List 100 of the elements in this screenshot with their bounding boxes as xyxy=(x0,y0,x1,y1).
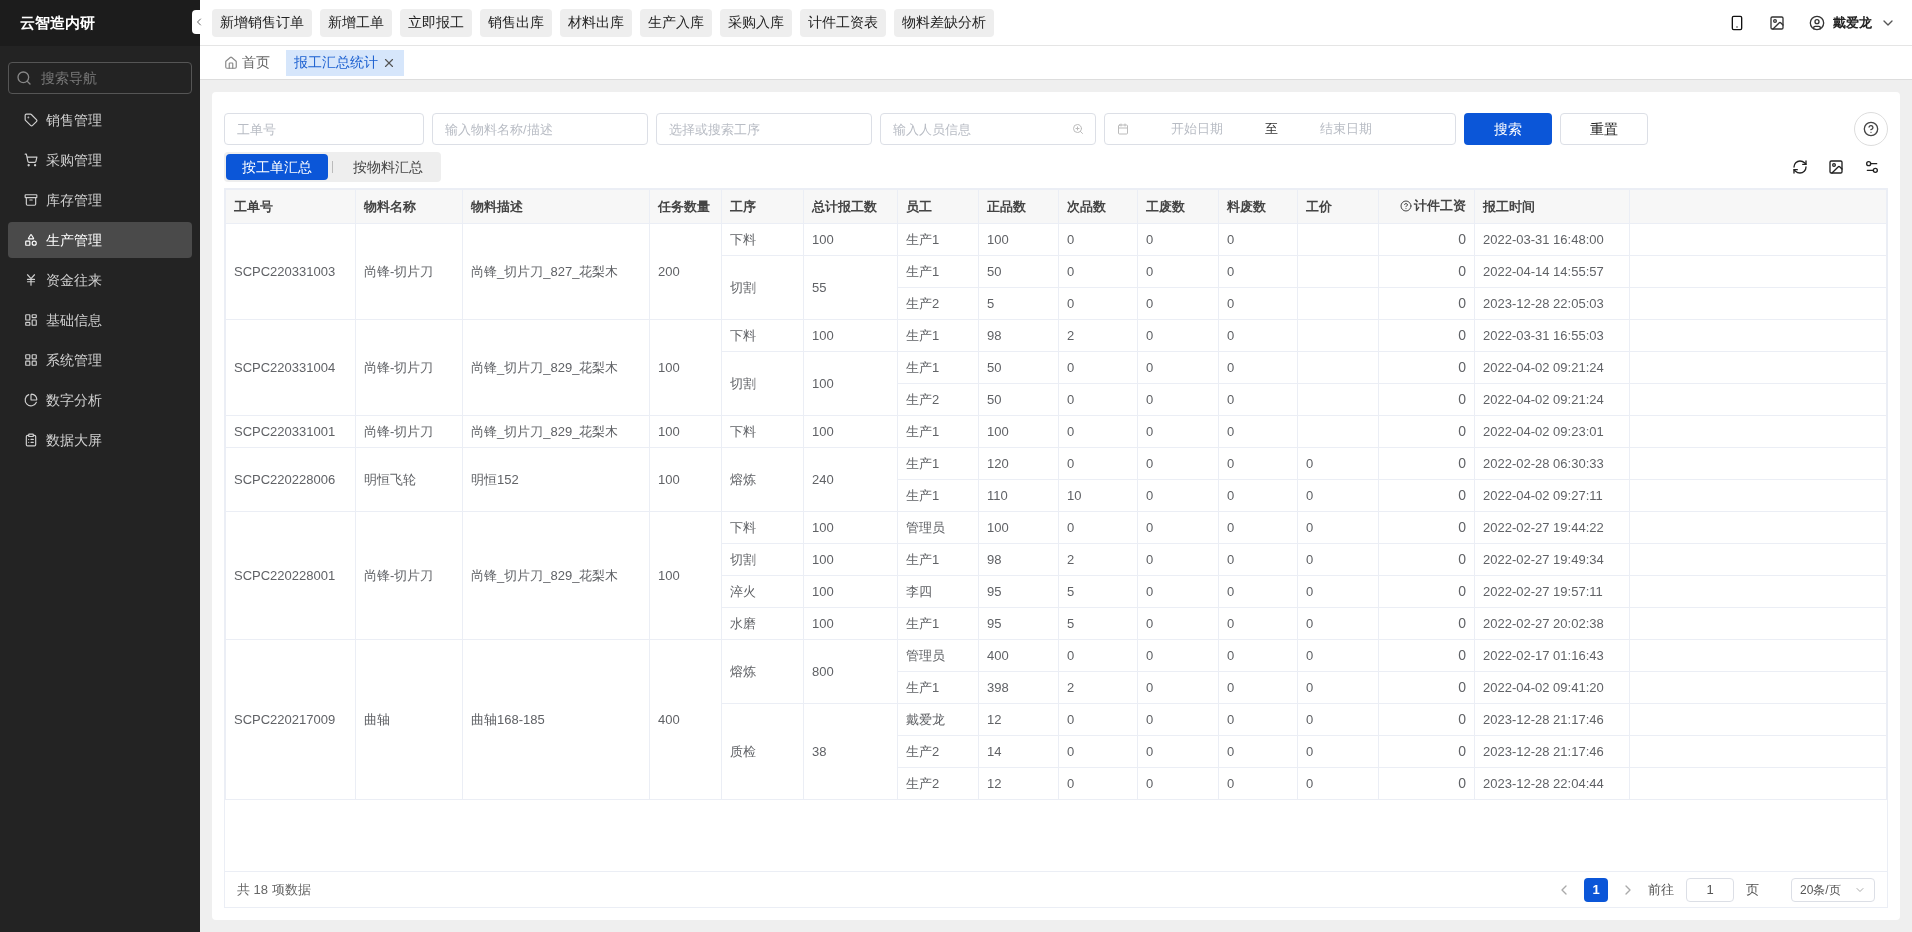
table-cell: 质检 xyxy=(721,703,804,800)
page-tab[interactable]: 首页 xyxy=(216,49,278,76)
table-cell: 曲轴 xyxy=(355,639,463,800)
table-cell: 50 xyxy=(978,351,1059,384)
table-cell: 50 xyxy=(978,383,1059,416)
table-cell: 2022-02-28 06:30:33 xyxy=(1474,447,1630,480)
column-header: 计件工资 xyxy=(1378,189,1475,224)
view-tab[interactable]: 按工单汇总 xyxy=(226,154,328,180)
page-size-select[interactable]: 20条/页 xyxy=(1791,877,1875,902)
table-cell: 0 xyxy=(1218,287,1298,320)
page-unit: 页 xyxy=(1746,880,1759,899)
table-cell: 0 xyxy=(1218,447,1298,480)
sidebar-item[interactable]: 采购管理 xyxy=(8,142,192,178)
material-field[interactable]: 输入物料名称/描述 xyxy=(432,113,648,145)
table-cell: 明恒飞轮 xyxy=(355,447,463,512)
table-cell: 尚锋-切片刀 xyxy=(355,223,463,320)
table-cell: 0 xyxy=(1137,415,1219,448)
table-cell: 0 xyxy=(1137,639,1219,672)
table-cell: 生产1 xyxy=(897,415,979,448)
quick-action-button[interactable]: 物料差缺分析 xyxy=(894,8,994,37)
quick-action-button[interactable]: 材料出库 xyxy=(560,8,632,37)
page-button[interactable]: 1 xyxy=(1584,877,1608,902)
table-cell: 熔炼 xyxy=(721,639,804,704)
search-icon xyxy=(16,70,32,86)
table-cell: 100 xyxy=(803,575,898,608)
table-cell: 李四 xyxy=(897,575,979,608)
table-cell: 0 xyxy=(1378,319,1475,352)
table-cell: 0 xyxy=(1137,223,1219,256)
table-cell: 0 xyxy=(1378,383,1475,416)
table-cell: 0 xyxy=(1378,543,1475,576)
table-cell: 2023-12-28 22:05:03 xyxy=(1474,287,1630,320)
sidebar-item[interactable]: 系统管理 xyxy=(8,342,192,378)
help-icon xyxy=(1863,121,1879,137)
user-menu[interactable]: 戴爱龙 xyxy=(1809,12,1896,33)
view-tab[interactable]: 按物料汇总 xyxy=(337,154,439,180)
table-cell: 2022-03-31 16:48:00 xyxy=(1474,223,1630,256)
settings-icon[interactable] xyxy=(1864,159,1880,175)
reset-button[interactable]: 重置 xyxy=(1560,113,1648,145)
nav-search-field[interactable]: 搜索导航 xyxy=(8,62,192,94)
table-cell: 0 xyxy=(1378,351,1475,384)
home-icon xyxy=(224,55,238,70)
sidebar-item[interactable]: 数据大屏 xyxy=(8,422,192,458)
start-date-field[interactable]: 开始日期 xyxy=(1137,119,1257,139)
sidebar-item[interactable]: 数字分析 xyxy=(8,382,192,418)
quick-action-button[interactable]: 采购入库 xyxy=(720,8,792,37)
table-cell: 切割 xyxy=(721,543,804,576)
quick-action-button[interactable]: 销售出库 xyxy=(480,8,552,37)
table-cell: 5 xyxy=(1058,575,1138,608)
table-cell: 2022-03-31 16:55:03 xyxy=(1474,319,1630,352)
column-header: 工价 xyxy=(1297,189,1379,224)
page-input[interactable]: 1 xyxy=(1686,877,1734,902)
table-cell: 100 xyxy=(803,607,898,640)
picture-icon[interactable] xyxy=(1828,159,1844,175)
page-tab[interactable]: 报工汇总统计 xyxy=(286,49,404,76)
sidebar-item[interactable]: 生产管理 xyxy=(8,222,192,258)
table-cell: 0 xyxy=(1218,511,1298,544)
picture-icon[interactable] xyxy=(1769,14,1785,31)
person-field[interactable]: 输入人员信息 xyxy=(880,113,1096,145)
table-cell: 0 xyxy=(1058,255,1138,288)
table-cell: 0 xyxy=(1218,543,1298,576)
phone-icon[interactable] xyxy=(1729,14,1745,31)
table-cell: 800 xyxy=(803,639,898,704)
table-cell: 0 xyxy=(1378,415,1475,448)
sidebar-item[interactable]: 资金往来 xyxy=(8,262,192,298)
sidebar-item[interactable]: 基础信息 xyxy=(8,302,192,338)
table-cell: 0 xyxy=(1218,639,1298,672)
table-cell: 0 xyxy=(1297,543,1379,576)
order-number-field[interactable]: 工单号 xyxy=(224,113,424,145)
column-header: 报工时间 xyxy=(1474,189,1630,224)
quick-action-button[interactable]: 新增工单 xyxy=(320,8,392,37)
table-cell: 0 xyxy=(1378,767,1475,800)
quick-action-button[interactable]: 立即报工 xyxy=(400,8,472,37)
help-icon[interactable] xyxy=(1400,199,1412,212)
table-cell: 生产1 xyxy=(897,479,979,512)
table-cell: 100 xyxy=(803,319,898,352)
table-cell: 12 xyxy=(978,703,1059,736)
table-cell: 50 xyxy=(978,255,1059,288)
table-cell: 0 xyxy=(1058,383,1138,416)
refresh-icon[interactable] xyxy=(1792,159,1808,175)
table-cell: 38 xyxy=(803,703,898,800)
table-cell: 0 xyxy=(1218,703,1298,736)
column-header: 次品数 xyxy=(1058,189,1138,224)
table-cell: 0 xyxy=(1297,575,1379,608)
end-date-field[interactable]: 结束日期 xyxy=(1286,119,1406,139)
archive-icon xyxy=(24,193,38,207)
quick-action-button[interactable]: 计件工资表 xyxy=(800,8,886,37)
search-button[interactable]: 搜索 xyxy=(1464,113,1552,145)
quick-action-button[interactable]: 生产入库 xyxy=(640,8,712,37)
column-header: 物料名称 xyxy=(355,189,463,224)
column-header: 工单号 xyxy=(225,189,356,224)
sidebar-item[interactable]: 销售管理 xyxy=(8,102,192,138)
table-cell: 下料 xyxy=(721,415,804,448)
table-cell: 2022-04-02 09:27:11 xyxy=(1474,479,1630,512)
process-field[interactable]: 选择或搜索工序 xyxy=(656,113,872,145)
table-cell: 0 xyxy=(1218,479,1298,512)
quick-action-button[interactable]: 新增销售订单 xyxy=(212,8,312,37)
table-cell: 明恒152 xyxy=(462,447,650,512)
table-cell: 尚锋_切片刀_829_花梨木 xyxy=(462,319,650,416)
sidebar-item[interactable]: 库存管理 xyxy=(8,182,192,218)
table-cell: 尚锋-切片刀 xyxy=(355,511,463,640)
